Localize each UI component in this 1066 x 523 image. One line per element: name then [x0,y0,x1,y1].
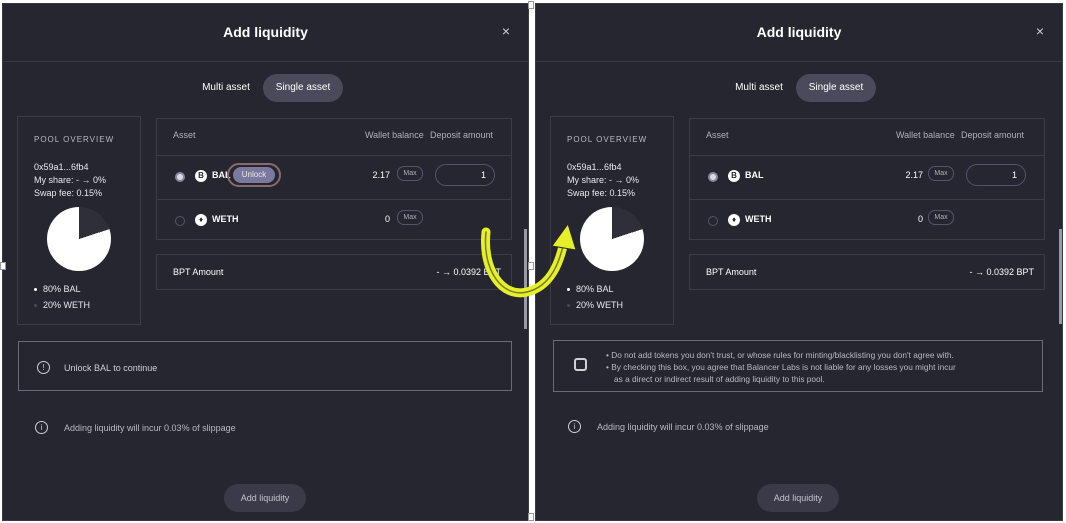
wallet-balance: 0 [384,214,390,224]
my-share: My share: - → 0% [567,175,640,185]
info-icon: i [35,421,48,434]
pool-overview-title: POOL OVERVIEW [34,135,115,144]
asset-table: Asset Wallet balance Deposit amount B BA… [689,118,1045,240]
resize-handle[interactable] [528,1,534,9]
alert-icon: ! [37,361,50,374]
asset-mode-toggle: Multi asset Single asset [188,74,348,102]
legend-dot [567,304,570,308]
pool-address: 0x59a1...6fb4 [34,162,89,172]
max-button[interactable]: Max [397,210,423,225]
scrollbar[interactable] [1059,229,1062,324]
tab-single-asset[interactable]: Single asset [263,74,343,102]
bal-radio[interactable] [175,172,185,182]
legend-dot [34,304,37,308]
add-liquidity-modal-after: Add liquidity × Multi asset Single asset… [535,3,1063,521]
wallet-balance: 0 [917,214,923,224]
risk-warning: • Do not add tokens you don't trust, or … [553,340,1043,392]
max-button[interactable]: Max [928,166,954,181]
max-button[interactable]: Max [928,210,954,225]
pool-address: 0x59a1...6fb4 [567,162,622,172]
bal-token-icon: B [728,170,740,182]
slippage-text: Adding liquidity will incur 0.03% of sli… [597,422,769,432]
unlock-button[interactable]: Unlock [233,167,275,183]
asset-table: Asset Wallet balance Deposit amount B BA… [156,118,512,240]
warning-line: • Do not add tokens you don't trust, or … [606,350,954,360]
bal-radio[interactable] [708,172,718,182]
transition-arrow-icon [481,222,577,298]
legend-item: 80% BAL [34,284,81,294]
pool-composition-pie [580,207,644,271]
modal-title: Add liquidity [756,24,842,40]
table-row[interactable]: B BAL Unlock 2.17 Max 1 [157,155,511,200]
header-wallet-balance: Wallet balance [365,130,424,140]
tab-single-asset[interactable]: Single asset [796,74,876,102]
add-liquidity-button[interactable]: Add liquidity [757,484,839,512]
bal-token-icon: B [195,170,207,182]
header-wallet-balance: Wallet balance [896,130,955,140]
eth-token-icon: ♦ [728,214,740,226]
modal-title: Add liquidity [223,24,308,40]
header-deposit-amount: Deposit amount [430,130,494,140]
weth-radio[interactable] [175,216,185,226]
resize-handle[interactable] [528,513,534,521]
unlock-button-highlight: Unlock [227,163,281,187]
warning-line: as a direct or indirect result of adding… [614,374,825,384]
bpt-value: - → 0.0392 BPT [969,267,1034,277]
header-asset: Asset [173,130,196,140]
legend-item: 20% WETH [34,300,90,310]
pool-composition-pie [47,207,111,271]
add-liquidity-button[interactable]: Add liquidity [224,484,306,512]
notice-text: Unlock BAL to continue [64,363,158,373]
bpt-amount-box: BPT Amount - → 0.0392 BPT [156,254,512,290]
add-liquidity-modal-before: Add liquidity × Multi asset Single asset… [2,3,529,521]
wallet-balance: 2.17 [905,170,923,180]
info-icon: i [568,420,581,433]
swap-fee: Swap fee: 0.15% [34,188,103,198]
max-button[interactable]: Max [397,166,423,181]
tab-multi-asset[interactable]: Multi asset [721,74,797,102]
agree-checkbox[interactable] [574,358,587,371]
legend-item: 20% WETH [567,300,623,310]
pool-overview: POOL OVERVIEW 0x59a1...6fb4 My share: - … [17,116,141,325]
warning-line: • By checking this box, you agree that B… [606,362,956,372]
resize-handle[interactable] [0,262,6,270]
eth-token-icon: ♦ [195,214,207,226]
pool-overview-title: POOL OVERVIEW [567,135,648,144]
tab-multi-asset[interactable]: Multi asset [188,74,264,102]
deposit-amount-input[interactable]: 1 [966,164,1026,186]
legend-dot [34,288,37,292]
table-row[interactable]: ♦ WETH 0 Max [157,199,511,244]
slippage-text: Adding liquidity will incur 0.03% of sli… [64,423,236,433]
token-name: WETH [212,214,239,224]
asset-mode-toggle: Multi asset Single asset [721,74,881,102]
divider [536,61,1062,62]
bpt-label: BPT Amount [706,267,757,277]
wallet-balance: 2.17 [372,170,390,180]
header-deposit-amount: Deposit amount [961,130,1025,140]
token-name: WETH [745,214,772,224]
bpt-amount-box: BPT Amount - → 0.0392 BPT [689,254,1045,290]
table-row[interactable]: B BAL 2.17 Max 1 [690,155,1044,200]
divider [3,61,528,62]
token-name: BAL [745,170,764,180]
header-asset: Asset [706,130,729,140]
my-share: My share: - → 0% [34,175,107,185]
bpt-label: BPT Amount [173,267,224,277]
close-icon[interactable]: × [1036,23,1044,39]
weth-radio[interactable] [708,216,718,226]
deposit-amount-input[interactable]: 1 [435,164,495,186]
table-row[interactable]: ♦ WETH 0 Max [690,199,1044,244]
swap-fee: Swap fee: 0.15% [567,188,636,198]
unlock-notice: ! Unlock BAL to continue [18,341,512,391]
close-icon[interactable]: × [502,23,510,39]
